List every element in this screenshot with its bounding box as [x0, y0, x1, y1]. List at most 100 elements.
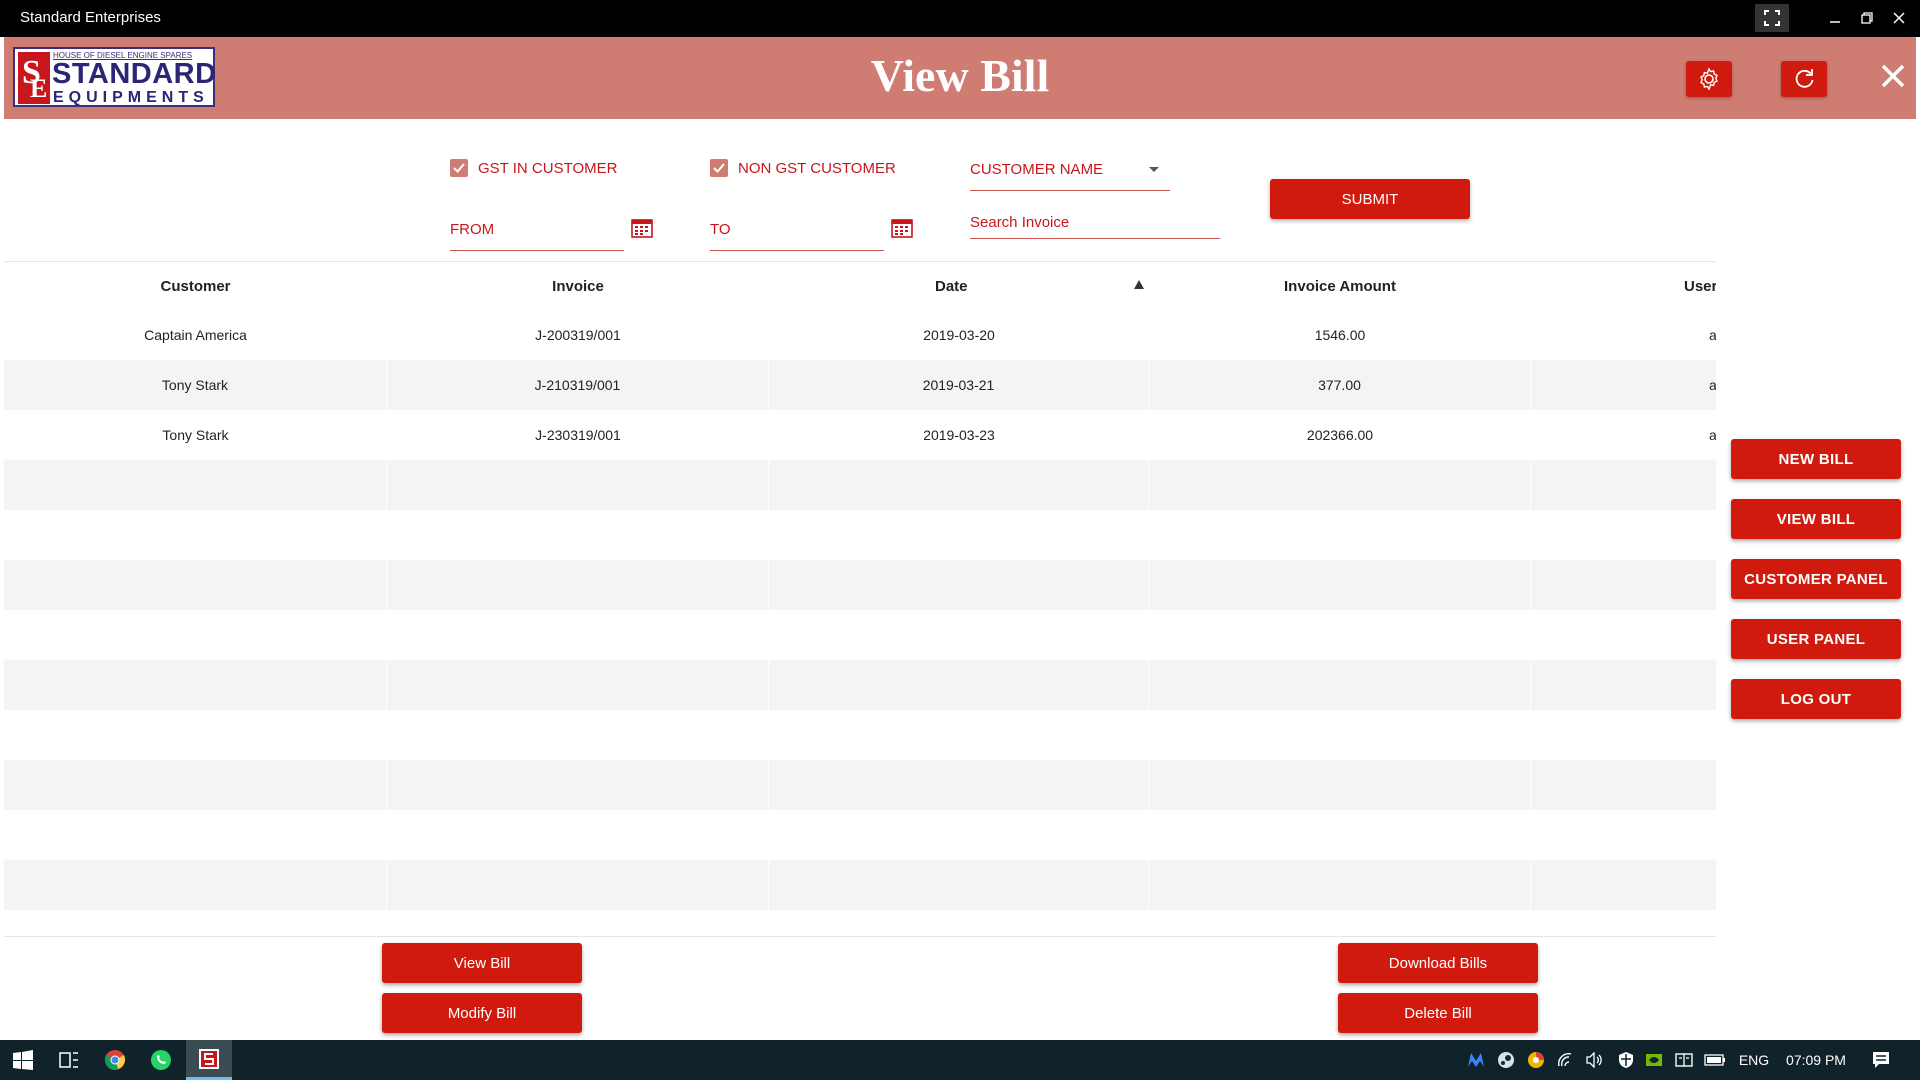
cell-user — [1531, 860, 1716, 910]
download-bills-button[interactable]: Download Bills — [1338, 943, 1538, 983]
table-row[interactable] — [4, 710, 1716, 760]
whatsapp-icon — [151, 1050, 171, 1070]
table-row[interactable]: Captain America J-200319/001 2019-03-20 154… — [4, 310, 1716, 360]
table-row[interactable] — [4, 810, 1716, 860]
cell-customer: Captain America — [144, 327, 247, 343]
cell-date: 2019-03-20 — [923, 327, 995, 343]
calendar-icon[interactable] — [631, 218, 653, 238]
cell-customer — [4, 560, 387, 610]
search-invoice-input[interactable]: Search Invoice — [970, 209, 1220, 239]
cell-invoice-amount — [1149, 760, 1531, 810]
cell-user: ac — [1531, 310, 1716, 360]
cell-customer: Tony Stark — [4, 360, 387, 410]
cell-invoice-amount — [1149, 810, 1531, 860]
modify-bill-button[interactable]: Modify Bill — [382, 993, 582, 1033]
table-row[interactable]: Tony StarkJ-210319/0012019-03-21377.00ac — [4, 360, 1716, 410]
table-row[interactable] — [4, 610, 1716, 660]
cell-invoice-amount — [1149, 460, 1531, 510]
search-invoice-placeholder: Search Invoice — [970, 214, 1070, 231]
cell-date — [769, 710, 1149, 760]
to-date-field[interactable]: TO — [710, 215, 884, 251]
volume-icon[interactable] — [1580, 1040, 1608, 1080]
action-center-button[interactable] — [1866, 1040, 1896, 1080]
malwarebytes-tray-icon[interactable] — [1462, 1040, 1490, 1080]
cell-date — [769, 760, 1149, 810]
cell-date: 2019-03-23 — [923, 427, 995, 443]
cell-user: ac — [1531, 360, 1716, 410]
table-row[interactable] — [4, 760, 1716, 810]
whatsapp-taskbar-button[interactable] — [138, 1040, 184, 1080]
cell-user: ac — [1531, 410, 1716, 460]
wifi-icon[interactable] — [1552, 1040, 1580, 1080]
view-bill-nav-button[interactable]: VIEW BILL — [1731, 499, 1901, 539]
customer-name-select[interactable]: CUSTOMER NAME — [970, 155, 1170, 191]
view-bill-button[interactable]: View Bill — [382, 943, 582, 983]
language-indicator[interactable]: ENG — [1734, 1040, 1774, 1080]
browser-tray-icon[interactable] — [1522, 1040, 1550, 1080]
non-gst-customer-checkbox[interactable]: NON GST CUSTOMER — [710, 159, 896, 177]
checkbox-checked-icon — [710, 159, 728, 177]
table-row[interactable] — [4, 510, 1716, 560]
cell-user — [1531, 610, 1716, 660]
cell-invoice-amount: 1546.00 — [1314, 327, 1366, 343]
table-row[interactable] — [4, 560, 1716, 610]
bills-table: Customer Invoice Date Invoice Amount Use… — [4, 261, 1716, 937]
gst-in-customer-checkbox[interactable]: GST IN CUSTOMER — [450, 159, 617, 177]
column-header-date[interactable]: Date — [769, 262, 1149, 310]
task-view-icon — [59, 1052, 78, 1068]
to-date-label: TO — [710, 221, 731, 238]
cell-customer — [4, 810, 387, 860]
cell-user — [1531, 560, 1716, 610]
delete-bill-button[interactable]: Delete Bill — [1338, 993, 1538, 1033]
battery-icon[interactable] — [1700, 1040, 1730, 1080]
table-header: Customer Invoice Date Invoice Amount Use… — [4, 262, 1716, 310]
nvidia-tray-icon[interactable] — [1640, 1040, 1668, 1080]
window-title-bar: Standard Enterprises — [0, 0, 1920, 37]
clock[interactable]: 07:09 PM — [1780, 1040, 1852, 1080]
table-row[interactable] — [4, 460, 1716, 510]
submit-button[interactable]: SUBMIT — [1270, 179, 1470, 219]
column-header-invoice[interactable]: Invoice — [387, 262, 769, 310]
cell-invoice — [387, 510, 769, 560]
refresh-icon — [1795, 69, 1814, 88]
calendar-icon[interactable] — [891, 218, 913, 238]
settings-button[interactable] — [1686, 61, 1732, 97]
table-row[interactable] — [4, 860, 1716, 910]
reader-tray-icon[interactable] — [1670, 1040, 1698, 1080]
new-bill-nav-button[interactable]: NEW BILL — [1731, 439, 1901, 479]
window-close-button[interactable] — [1884, 4, 1914, 32]
chrome-taskbar-button[interactable] — [92, 1040, 138, 1080]
from-date-field[interactable]: FROM — [450, 215, 624, 251]
start-button[interactable] — [0, 1040, 46, 1080]
table-row[interactable]: Tony Stark J-230319/001 2019-03-23 202366.0… — [4, 410, 1716, 460]
column-header-customer[interactable]: Customer — [4, 262, 387, 310]
cell-invoice-amount — [1149, 660, 1531, 710]
app-close-button[interactable] — [1876, 59, 1910, 93]
customer-name-label: CUSTOMER NAME — [970, 161, 1104, 178]
cell-invoice — [387, 460, 769, 510]
steam-tray-icon[interactable] — [1492, 1040, 1520, 1080]
refresh-button[interactable] — [1781, 61, 1827, 97]
task-view-button[interactable] — [46, 1040, 92, 1080]
cell-user — [1531, 460, 1716, 510]
cell-invoice-amount — [1149, 510, 1531, 560]
restore-button[interactable] — [1852, 4, 1882, 32]
sort-ascending-icon[interactable] — [1134, 280, 1144, 289]
fullscreen-button[interactable] — [1755, 4, 1789, 32]
cell-date — [769, 810, 1149, 860]
standard-app-taskbar-button[interactable] — [186, 1040, 232, 1080]
table-row[interactable] — [4, 660, 1716, 710]
minimize-icon — [1830, 21, 1840, 23]
cell-invoice-amount: 377.00 — [1149, 360, 1531, 410]
log-out-nav-button[interactable]: LOG OUT — [1731, 679, 1901, 719]
customer-panel-nav-button[interactable]: CUSTOMER PANEL — [1731, 559, 1901, 599]
minimize-button[interactable] — [1820, 4, 1850, 32]
column-header-user[interactable]: User — [1531, 262, 1716, 310]
cell-user — [1531, 510, 1716, 560]
restore-icon — [1861, 12, 1873, 24]
security-shield-icon[interactable] — [1612, 1040, 1640, 1080]
column-header-invoice-amount[interactable]: Invoice Amount — [1149, 262, 1531, 310]
chrome-icon — [104, 1050, 126, 1070]
cell-invoice — [387, 560, 769, 610]
user-panel-nav-button[interactable]: USER PANEL — [1731, 619, 1901, 659]
